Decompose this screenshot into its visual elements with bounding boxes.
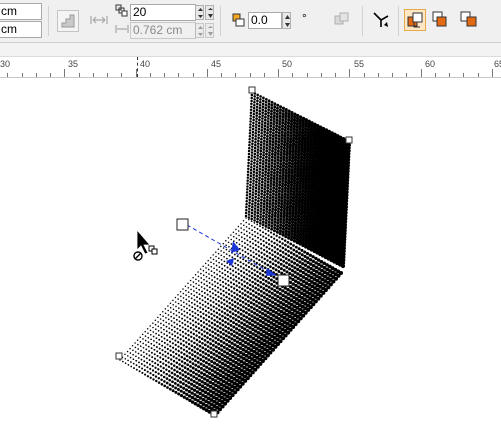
ruler-tick: [93, 73, 94, 77]
ruler-tick: [335, 73, 336, 77]
ruler-label: 55: [354, 59, 365, 69]
steps-dropdown-button[interactable]: [205, 5, 214, 20]
copy-color-both-button[interactable]: [430, 9, 452, 31]
ruler-tick: [421, 69, 422, 77]
ruler-cursor-marker: [137, 57, 138, 77]
height-field[interactable]: cm: [0, 21, 42, 38]
angle-input[interactable]: 0.0: [248, 12, 282, 29]
acceleration-arrow-icon: [231, 241, 240, 253]
ruler-tick: [79, 73, 80, 77]
toolbar-separator: [398, 6, 399, 36]
drawing-canvas[interactable]: [0, 78, 501, 433]
ruler-tick: [406, 73, 407, 77]
ruler-tick: [435, 73, 436, 77]
angle-spin-button[interactable]: [282, 12, 291, 29]
toolbar-separator: [48, 6, 49, 36]
color-blend-icon-2: [432, 11, 447, 27]
offset-spacing-icon: [90, 16, 108, 24]
ruler-tick: [207, 69, 208, 77]
angle-value: 0.0: [251, 13, 268, 27]
ruler-tick: [64, 69, 65, 77]
ruler-tick: [321, 73, 322, 77]
ruler-label: 50: [282, 59, 293, 69]
ruler-tick: [7, 73, 8, 77]
ruler-tick: [264, 73, 265, 77]
height-unit: cm: [1, 22, 17, 36]
ruler-label: 35: [68, 59, 79, 69]
stair-steps-button[interactable]: [57, 10, 79, 32]
ruler-tick: [349, 69, 350, 77]
ruler-tick: [50, 73, 51, 77]
acceleration-icon[interactable]: [371, 10, 391, 30]
copy-color-end-button[interactable]: [458, 9, 480, 31]
ruler-tick: [478, 73, 479, 77]
steps-input[interactable]: 20: [130, 4, 196, 21]
blend-start-handle: [176, 218, 189, 231]
offset-input[interactable]: 0.762 cm: [130, 22, 196, 39]
rotation-angle-icon: [232, 13, 245, 27]
ruler-tick: [250, 73, 251, 77]
ruler-tick: [22, 73, 23, 77]
step-count-icon: [115, 4, 128, 17]
ruler-tick: [378, 73, 379, 77]
ruler-tick: [121, 73, 122, 77]
ruler-tick: [107, 73, 108, 77]
ruler-tick: [364, 73, 365, 77]
ruler-tick: [392, 73, 393, 77]
ruler-tick: [292, 73, 293, 77]
ruler-tick: [278, 69, 279, 77]
ruler-tick: [449, 73, 450, 77]
ruler-tick: [193, 73, 194, 77]
width-unit: cm: [1, 4, 17, 18]
toolbar-separator: [362, 6, 363, 36]
property-bar: cm cm 20 0.762 cm 0.0 °: [0, 0, 501, 43]
ruler-label: 65: [494, 59, 501, 69]
offset-spin-button[interactable]: [195, 23, 204, 38]
ruler-label: 40: [140, 59, 151, 69]
stair-steps-icon: [61, 14, 75, 28]
width-field[interactable]: cm: [0, 3, 42, 20]
ruler-tick: [235, 73, 236, 77]
clear-transform-icon[interactable]: [333, 11, 351, 29]
offset-value: 0.762 cm: [133, 23, 183, 37]
ruler-tick: [221, 73, 222, 77]
horizontal-ruler[interactable]: 30 35 40 45 50 55 60 65: [0, 57, 501, 78]
offset-distance-icon: [115, 25, 129, 33]
toolbar-separator: [220, 6, 221, 36]
ruler-tick: [164, 73, 165, 77]
toolbox-strip: [0, 43, 501, 57]
steps-value: 20: [133, 5, 147, 19]
copy-color-button[interactable]: [404, 9, 426, 31]
angle-degree-label: °: [302, 11, 307, 25]
blend-end-handle: [277, 274, 290, 287]
color-blend-icon-3: [460, 11, 477, 27]
ruler-label: 45: [211, 59, 222, 69]
ruler-tick: [178, 73, 179, 77]
steps-spin-button[interactable]: [195, 5, 204, 20]
cursor-arrow-icon: [133, 228, 158, 261]
ruler-tick: [150, 73, 151, 77]
ruler-tick: [492, 69, 493, 77]
ruler-label: 30: [0, 59, 11, 69]
blend-artwork[interactable]: [0, 78, 501, 433]
offset-dropdown-button[interactable]: [205, 23, 214, 38]
color-blend-icon: [407, 12, 423, 28]
ruler-tick: [36, 73, 37, 77]
ruler-label: 60: [425, 59, 436, 69]
ruler-tick: [307, 73, 308, 77]
ruler-tick: [463, 73, 464, 77]
